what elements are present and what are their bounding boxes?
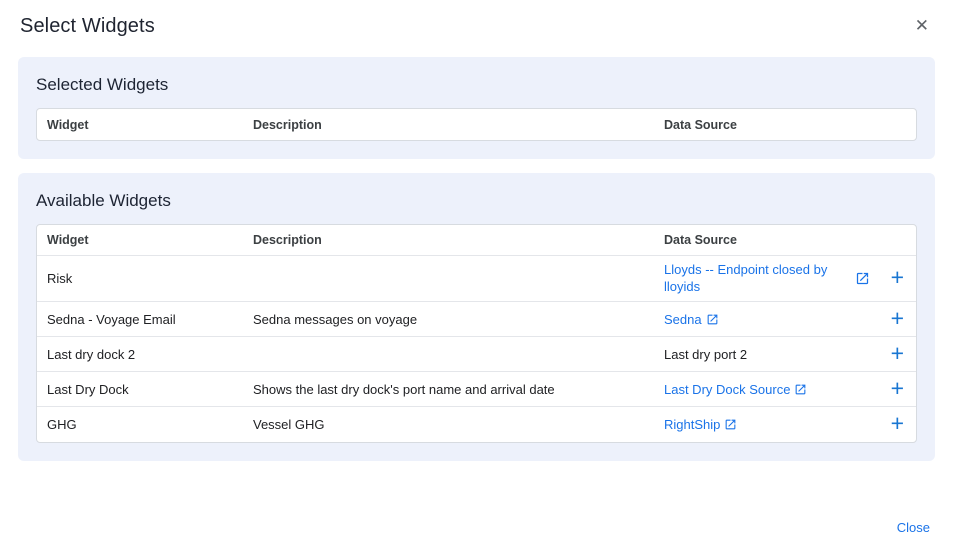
table-row: Sedna - Voyage Email Sedna messages on v… <box>37 302 916 337</box>
table-row: Last dry dock 2 Last dry port 2 + <box>37 337 916 372</box>
table-row: GHG Vessel GHG RightShip + <box>37 407 916 442</box>
plus-icon: + <box>891 375 904 401</box>
close-button[interactable]: ✕ <box>911 15 933 36</box>
data-source-label: Sedna <box>664 312 702 327</box>
table-header-row: Widget Description Data Source <box>37 109 916 140</box>
external-link-icon[interactable] <box>855 271 870 286</box>
data-source-link[interactable]: RightShip <box>664 417 737 432</box>
column-header-description: Description <box>253 233 664 247</box>
modal-header: Select Widgets ✕ <box>0 0 953 38</box>
plus-icon: + <box>891 340 904 366</box>
add-widget-button[interactable]: + <box>889 342 906 367</box>
plus-icon: + <box>891 305 904 331</box>
add-widget-button[interactable]: + <box>889 412 906 437</box>
data-source-label: Last dry port 2 <box>664 347 747 362</box>
widget-name: Last Dry Dock <box>47 382 253 397</box>
available-widgets-table: Widget Description Data Source Risk Lloy… <box>36 224 917 443</box>
plus-icon: + <box>891 264 904 290</box>
widget-name: Sedna - Voyage Email <box>47 312 253 327</box>
page-title: Select Widgets <box>20 15 155 38</box>
widget-description: Vessel GHG <box>253 417 664 432</box>
column-header-description: Description <box>253 118 664 132</box>
data-source-link[interactable]: Last Dry Dock Source <box>664 382 807 397</box>
add-widget-button[interactable]: + <box>889 266 906 291</box>
column-header-data-source: Data Source <box>664 233 906 247</box>
widget-description: Shows the last dry dock's port name and … <box>253 382 664 397</box>
widget-name: GHG <box>47 417 253 432</box>
data-source-label: RightShip <box>664 417 720 432</box>
external-link-icon <box>724 418 737 431</box>
add-widget-button[interactable]: + <box>889 307 906 332</box>
selected-widgets-panel: Selected Widgets Widget Description Data… <box>18 57 935 159</box>
table-row: Last Dry Dock Shows the last dry dock's … <box>37 372 916 407</box>
data-source-link[interactable]: Sedna <box>664 312 719 327</box>
widget-description: Sedna messages on voyage <box>253 312 664 327</box>
plus-icon: + <box>891 410 904 436</box>
selected-widgets-table: Widget Description Data Source <box>36 108 917 141</box>
table-header-row: Widget Description Data Source <box>37 225 916 256</box>
data-source-link[interactable]: Lloyds -- Endpoint closed by lloyids <box>664 262 844 296</box>
column-header-widget: Widget <box>47 233 253 247</box>
available-widgets-title: Available Widgets <box>36 191 917 211</box>
data-source-label: Last Dry Dock Source <box>664 382 790 397</box>
widget-name: Last dry dock 2 <box>47 347 253 362</box>
table-row: Risk Lloyds -- Endpoint closed by lloyid… <box>37 256 916 302</box>
add-widget-button[interactable]: + <box>889 377 906 402</box>
available-widgets-panel: Available Widgets Widget Description Dat… <box>18 173 935 461</box>
column-header-data-source: Data Source <box>664 118 906 132</box>
external-link-icon <box>794 383 807 396</box>
close-icon: ✕ <box>915 16 929 35</box>
external-link-icon <box>706 313 719 326</box>
selected-widgets-title: Selected Widgets <box>36 75 917 95</box>
column-header-widget: Widget <box>47 118 253 132</box>
close-modal-button[interactable]: Close <box>897 520 930 535</box>
modal-footer: Close <box>897 519 930 537</box>
widget-name: Risk <box>47 271 253 286</box>
